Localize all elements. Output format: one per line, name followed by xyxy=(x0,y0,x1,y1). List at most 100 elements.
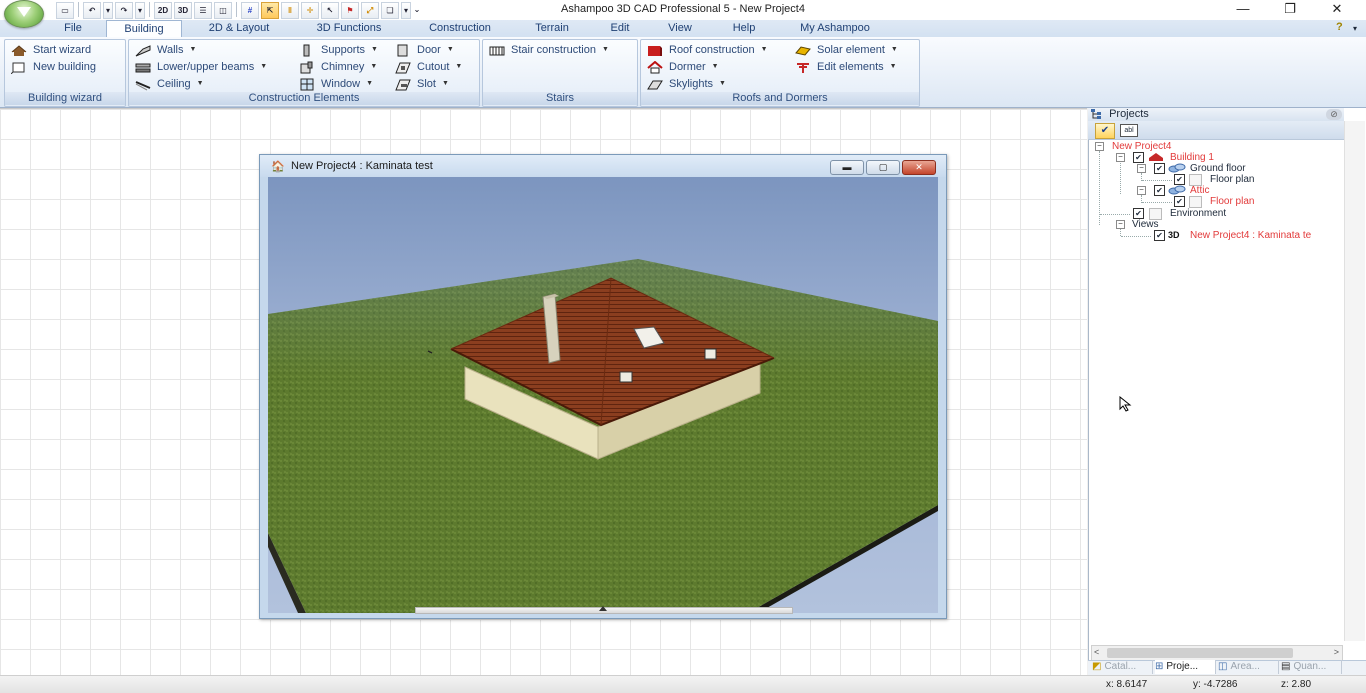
scroll-left-arrow-icon[interactable]: < xyxy=(1094,647,1099,657)
3d-view-window[interactable]: 🏠 New Project4 : Kaminata test ▬ ▢ ✕ xyxy=(259,154,947,619)
tree-checkbox[interactable]: ✔ xyxy=(1154,163,1165,174)
tab-my-ashampoo[interactable]: My Ashampoo xyxy=(786,20,884,37)
walls-button[interactable]: Walls ▼ xyxy=(135,42,196,58)
scroll-thumb[interactable] xyxy=(1107,648,1293,658)
roof-window-2 xyxy=(704,348,717,360)
group-construction-elements: Walls ▼ Lower/upper beams ▼ Ceiling ▼ Suppo… xyxy=(128,39,480,107)
tree-collapse-toggle[interactable]: − xyxy=(1137,164,1146,173)
tree-building[interactable]: Building 1 xyxy=(1170,152,1214,163)
edit-elements-button[interactable]: Edit elements ▼ xyxy=(795,59,897,75)
application-menu-button[interactable] xyxy=(4,0,44,28)
cutout-button[interactable]: Cutout ▼ xyxy=(395,59,462,75)
tree-checkbox[interactable]: ✔ xyxy=(1133,208,1144,219)
viewport-scrollbar[interactable] xyxy=(415,606,793,614)
tab-terrain[interactable]: Terrain xyxy=(522,20,582,37)
help-icon[interactable]: ? xyxy=(1336,21,1348,33)
solar-element-button[interactable]: Solar element ▼ xyxy=(795,42,898,58)
tree-checkbox[interactable]: ✔ xyxy=(1174,174,1185,185)
ribbon-collapse-icon[interactable]: ▾ xyxy=(1353,24,1357,33)
tab-3d-functions[interactable]: 3D Functions xyxy=(300,20,398,37)
ceiling-button[interactable]: Ceiling ▼ xyxy=(135,76,204,92)
tab-file[interactable]: File xyxy=(47,20,99,37)
house-wizard-icon xyxy=(11,44,27,57)
view-close-button[interactable]: ✕ xyxy=(902,160,936,175)
dropdown-arrow-icon: ▼ xyxy=(446,46,454,53)
tree-floor-plan-ground[interactable]: Floor plan xyxy=(1210,174,1254,185)
tab-edit[interactable]: Edit xyxy=(600,20,640,37)
tree-project[interactable]: New Project4 xyxy=(1112,141,1171,152)
restore-button[interactable]: ❐ xyxy=(1279,2,1301,18)
close-button[interactable]: ✕ xyxy=(1326,2,1348,18)
group-label-building-wizard: Building wizard xyxy=(5,92,125,105)
door-button[interactable]: Door ▼ xyxy=(395,42,454,58)
tree-checkbox[interactable]: ✔ xyxy=(1174,196,1185,207)
view-window-icon: 🏠 xyxy=(271,161,285,173)
tree-collapse-toggle[interactable]: − xyxy=(1137,186,1146,195)
projects-vertical-scroll[interactable] xyxy=(1344,121,1365,641)
tab-construction[interactable]: Construction xyxy=(414,20,506,37)
tree-attic[interactable]: Attic xyxy=(1190,185,1209,196)
supports-button[interactable]: Supports ▼ xyxy=(299,42,378,58)
lower-upper-beams-button[interactable]: Lower/upper beams ▼ xyxy=(135,59,267,75)
status-y-coordinate: y: -4.7286 xyxy=(1193,679,1238,690)
projects-horizontal-scroll[interactable]: < > xyxy=(1091,645,1343,661)
slot-button[interactable]: Slot ▼ xyxy=(395,76,449,92)
tree-collapse-toggle[interactable]: − xyxy=(1116,220,1125,229)
window-button[interactable]: Window ▼ xyxy=(299,76,373,92)
solar-element-label: Solar element xyxy=(817,44,885,56)
panel-pin-icon[interactable]: ⊘ xyxy=(1326,109,1342,120)
tree-ground-floor[interactable]: Ground floor xyxy=(1190,163,1246,174)
ceiling-icon xyxy=(135,78,151,91)
dropdown-arrow-icon: ▼ xyxy=(196,80,204,87)
skylights-button[interactable]: Skylights ▼ xyxy=(647,76,726,92)
tree-views[interactable]: Views xyxy=(1132,219,1159,230)
tree-line xyxy=(1100,214,1130,215)
walls-label: Walls xyxy=(157,44,184,56)
tab-area[interactable]: ◫ Area... xyxy=(1218,660,1279,674)
tree-environment[interactable]: Environment xyxy=(1170,208,1226,219)
tree-checkbox[interactable]: ✔ xyxy=(1154,230,1165,241)
view-minimize-button[interactable]: ▬ xyxy=(830,160,864,175)
view-3d-badge: 3D xyxy=(1168,230,1180,240)
new-building-button[interactable]: New building xyxy=(10,59,96,75)
projects-tree-icon xyxy=(1091,109,1103,119)
chimney-label: Chimney xyxy=(321,61,365,73)
view-maximize-button[interactable]: ▢ xyxy=(866,160,900,175)
tab-catalog[interactable]: ◩ Catal... xyxy=(1092,660,1153,674)
tab-building[interactable]: Building xyxy=(106,20,182,38)
tab-view[interactable]: View xyxy=(660,20,700,37)
start-wizard-button[interactable]: Start wizard xyxy=(11,42,91,58)
checkmark-icon[interactable]: ✔ xyxy=(1095,123,1115,139)
stair-construction-button[interactable]: Stair construction ▼ xyxy=(489,42,609,58)
tree-floor-plan-attic[interactable]: Floor plan xyxy=(1210,196,1254,207)
slot-icon xyxy=(395,78,411,91)
group-label-construction-elements: Construction Elements xyxy=(129,92,479,105)
dormer-button[interactable]: Dormer ▼ xyxy=(647,59,719,75)
stair-construction-label: Stair construction xyxy=(511,44,596,56)
tree-collapse-toggle[interactable]: − xyxy=(1116,153,1125,162)
tab-projects[interactable]: ⊞ Proje... xyxy=(1155,660,1216,674)
lower-upper-beams-label: Lower/upper beams xyxy=(157,61,255,73)
cutout-label: Cutout xyxy=(417,61,450,73)
roof-icon xyxy=(647,44,663,57)
ceiling-label: Ceiling xyxy=(157,78,191,90)
tab-quantities[interactable]: ▤ Quan... xyxy=(1281,660,1342,674)
projects-panel-title: Projects xyxy=(1109,108,1149,120)
tree-view-kaminata[interactable]: New Project4 : Kaminata te xyxy=(1190,230,1311,241)
tree-checkbox[interactable]: ✔ xyxy=(1154,185,1165,196)
tab-2d-layout[interactable]: 2D & Layout xyxy=(192,20,286,37)
roof-construction-button[interactable]: Roof construction ▼ xyxy=(647,42,768,58)
window-title: Ashampoo 3D CAD Professional 5 - New Pro… xyxy=(561,3,805,15)
chimney-button[interactable]: Chimney ▼ xyxy=(299,59,377,75)
floor-plan-icon xyxy=(1189,196,1202,208)
scroll-right-arrow-icon[interactable]: > xyxy=(1334,647,1339,657)
tree-checkbox[interactable]: ✔ xyxy=(1133,152,1144,163)
3d-viewport[interactable] xyxy=(268,177,938,613)
status-z-coordinate: z: 2.80 xyxy=(1281,679,1312,690)
tab-projects-label: Proje... xyxy=(1166,661,1199,672)
minimize-button[interactable]: — xyxy=(1232,2,1254,18)
skylight-icon xyxy=(647,78,663,91)
rename-abl-icon[interactable]: abl xyxy=(1120,124,1138,137)
tree-collapse-toggle[interactable]: − xyxy=(1095,142,1104,151)
tab-help[interactable]: Help xyxy=(722,20,766,37)
